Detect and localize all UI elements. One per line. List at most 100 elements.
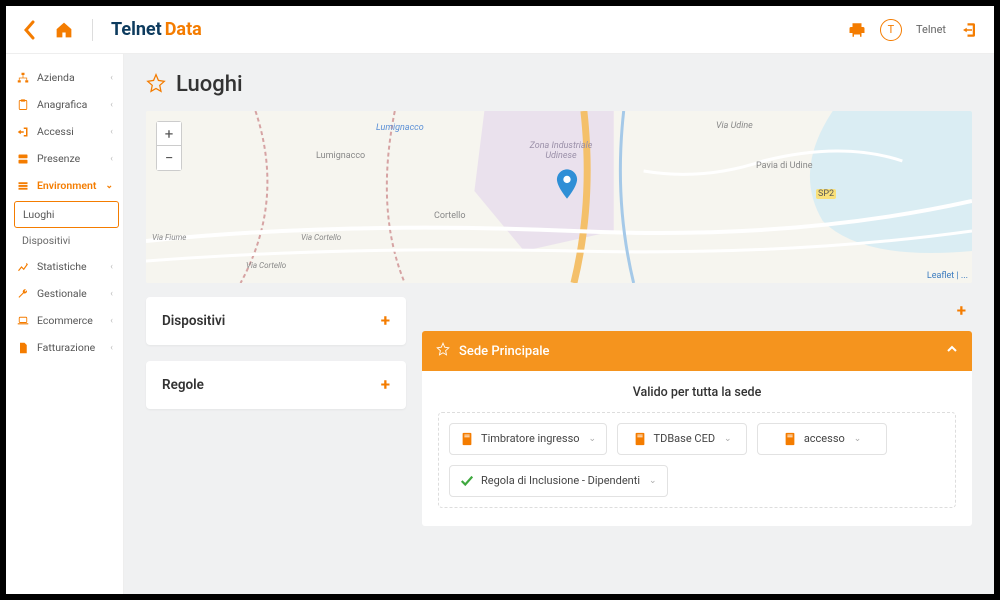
chevron-down-icon: ⌄ — [105, 181, 113, 191]
star-icon[interactable] — [146, 73, 166, 97]
card-dispositivi: Dispositivi + — [146, 297, 406, 345]
zoom-out-button[interactable]: − — [157, 146, 181, 170]
sidebar-item-statistiche[interactable]: Statistiche ‹ — [10, 253, 119, 280]
sidebar-item-label: Azienda — [37, 71, 75, 84]
map-label: Via Fiume — [152, 233, 186, 242]
chip-label: TDBase CED — [654, 432, 716, 446]
sidebar-item-fatturazione[interactable]: Fatturazione ‹ — [10, 334, 119, 361]
device-icon — [460, 432, 474, 446]
map-label: Cortello — [434, 211, 466, 221]
print-button[interactable] — [848, 21, 866, 39]
sidebar-item-label: Environment — [37, 179, 96, 192]
add-regola-button[interactable]: + — [381, 375, 390, 395]
login-icon — [16, 126, 30, 138]
map-zoom-control: + − — [156, 121, 182, 171]
chevron-left-icon: ‹ — [110, 154, 113, 164]
server-icon — [16, 153, 30, 165]
add-dispositivo-button[interactable]: + — [381, 311, 390, 331]
document-icon — [16, 342, 30, 354]
topbar: Telnet Data T Telnet — [6, 6, 994, 54]
main-content: Luoghi + − — [124, 54, 994, 594]
sidebar-subitem-luoghi[interactable]: Luoghi — [14, 201, 119, 228]
chevron-left-icon: ‹ — [110, 316, 113, 326]
chip-accesso[interactable]: accesso ⌄ — [757, 423, 887, 455]
card-title: Regole — [162, 377, 204, 393]
sidebar-item-environment[interactable]: Environment ⌄ — [10, 172, 119, 199]
collapse-button[interactable] — [946, 343, 958, 359]
chip-label: Timbratore ingresso — [481, 432, 580, 446]
sitemap-icon — [16, 72, 30, 84]
sidebar-item-label: Statistiche — [37, 260, 87, 273]
brand-part2: Data — [165, 19, 202, 40]
sidebar-item-anagrafica[interactable]: Anagrafica ‹ — [10, 91, 119, 118]
chevron-left-icon: ‹ — [110, 127, 113, 137]
sede-subtitle: Valido per tutta la sede — [438, 385, 956, 400]
chevron-down-icon: ⌄ — [724, 434, 732, 444]
zoom-in-button[interactable]: + — [157, 122, 181, 146]
chip-timbratore[interactable]: Timbratore ingresso ⌄ — [449, 423, 607, 455]
sidebar-item-label: Accessi — [37, 125, 74, 138]
device-icon — [633, 432, 647, 446]
add-sede-button[interactable]: + — [957, 301, 966, 321]
page-title: Luoghi — [176, 72, 243, 97]
map-pin-icon[interactable] — [556, 169, 578, 203]
chart-icon — [16, 261, 30, 273]
back-button[interactable] — [22, 20, 36, 40]
map-label: Pavia di Udine — [756, 161, 812, 171]
map-label: Via Udine — [716, 121, 753, 131]
card-regole: Regole + — [146, 361, 406, 409]
sede-panel-body: Valido per tutta la sede Timbratore ingr… — [422, 371, 972, 526]
card-title: Dispositivi — [162, 313, 225, 329]
clipboard-icon — [16, 99, 30, 111]
logout-button[interactable] — [960, 21, 978, 39]
chevron-down-icon: ⌄ — [854, 434, 862, 444]
map-label: Lumignacco — [316, 151, 365, 161]
check-icon — [460, 474, 474, 488]
chevron-down-icon: ⌄ — [589, 434, 597, 444]
map-label: SP2 — [816, 189, 836, 199]
chip-regola[interactable]: Regola di Inclusione - Dipendenti ⌄ — [449, 465, 668, 497]
page-title-row: Luoghi — [146, 72, 972, 97]
sede-title: Sede Principale — [459, 344, 550, 359]
brand-part1: Telnet — [111, 19, 162, 40]
map-label: Lumignacco — [376, 123, 424, 133]
chevron-left-icon: ‹ — [110, 343, 113, 353]
star-outline-icon — [436, 342, 450, 360]
map-label: Via Cortello — [246, 261, 286, 270]
sidebar-item-label: Ecommerce — [37, 314, 93, 327]
map[interactable]: + − Lumignacco Lumignacco Cortello Zona … — [146, 111, 972, 283]
sidebar-subitems: Luoghi Dispositivi — [10, 201, 119, 253]
map-label: Zona Industriale Udinese — [516, 141, 606, 161]
sidebar-subitem-dispositivi[interactable]: Dispositivi — [14, 228, 119, 253]
chip-label: accesso — [804, 432, 845, 446]
user-avatar[interactable]: T — [880, 19, 902, 41]
sidebar-item-label: Presenze — [37, 152, 80, 165]
sidebar: Azienda ‹ Anagrafica ‹ Accessi ‹ Presenz… — [6, 54, 124, 594]
map-label: Via Cortello — [301, 233, 341, 242]
sidebar-item-label: Fatturazione — [37, 341, 95, 354]
map-attribution: Leaflet | ... — [927, 271, 968, 281]
sidebar-item-ecommerce[interactable]: Ecommerce ‹ — [10, 307, 119, 334]
brand-logo: Telnet Data — [111, 19, 202, 40]
chevron-left-icon: ‹ — [110, 262, 113, 272]
wrench-icon — [16, 288, 30, 300]
chip-tdbase[interactable]: TDBase CED ⌄ — [617, 423, 747, 455]
chevron-left-icon: ‹ — [110, 100, 113, 110]
sidebar-item-label: Anagrafica — [37, 98, 87, 111]
sidebar-item-accessi[interactable]: Accessi ‹ — [10, 118, 119, 145]
sede-panel-header[interactable]: Sede Principale — [422, 331, 972, 371]
laptop-icon — [16, 315, 30, 327]
sidebar-item-presenze[interactable]: Presenze ‹ — [10, 145, 119, 172]
chip-area: Timbratore ingresso ⌄ TDBase CED ⌄ acces… — [438, 412, 956, 508]
device-icon — [783, 432, 797, 446]
layers-icon — [16, 180, 30, 192]
user-name: Telnet — [916, 23, 946, 36]
chip-label: Regola di Inclusione - Dipendenti — [481, 474, 640, 488]
sidebar-item-label: Gestionale — [37, 287, 87, 300]
home-button[interactable] — [54, 21, 74, 39]
chevron-down-icon: ⌄ — [649, 476, 657, 486]
chevron-left-icon: ‹ — [110, 73, 113, 83]
divider — [92, 19, 93, 41]
sidebar-item-azienda[interactable]: Azienda ‹ — [10, 64, 119, 91]
sidebar-item-gestionale[interactable]: Gestionale ‹ — [10, 280, 119, 307]
